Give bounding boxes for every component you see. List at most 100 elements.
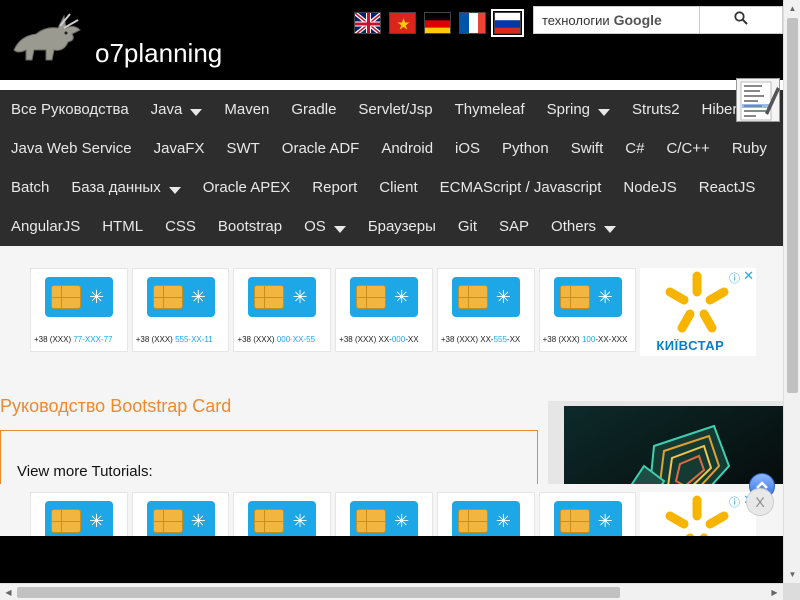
scroll-right-arrow-icon[interactable]: ▶ [766,584,783,600]
vertical-scroll-thumb[interactable] [787,18,798,393]
nav-item[interactable]: CSS [154,218,207,235]
sim-number-card[interactable]: ✳+38 (XXX) 000-XX-55 [233,492,332,536]
sim-card-icon: ✳ [248,277,317,317]
nav-item[interactable]: Git [447,218,488,235]
kyivstar-star-icon: ✳ [394,511,410,531]
sim-number-card[interactable]: ✳+38 (XXX) 555-XX-11 [131,492,230,536]
nav-item[interactable]: Python [491,140,560,157]
flag-russia-icon[interactable] [491,9,524,37]
nav-item[interactable]: SWT [215,140,270,157]
nav-item[interactable]: HTML [91,218,154,235]
phone-highlight: 000 [391,335,406,344]
sim-number-card[interactable]: ✳+38 (XXX) XX-000-XX [335,268,433,352]
ad-info-icon[interactable]: ⓘ [729,270,740,286]
nav-item[interactable]: C# [614,140,655,157]
logo-dinosaur-icon[interactable] [6,6,84,66]
sim-number-card[interactable]: ✳+38 (XXX) 000-XX-55 [233,268,332,352]
nav-item[interactable]: AngularJS [0,218,91,235]
nav-item[interactable]: Bootstrap [207,218,293,235]
nav-item[interactable]: Oracle APEX [192,179,302,196]
nav-item[interactable]: Thymeleaf [444,101,536,118]
nav-item-label: Swift [570,140,604,157]
nav-item[interactable]: Браузеры [357,218,447,235]
nav-item-label: SAP [499,218,530,235]
nav-item-label: Maven [224,101,270,118]
nav-item[interactable]: ReactJS [688,179,767,196]
scroll-up-arrow-icon[interactable]: ▲ [784,0,800,17]
nav-item-label: OS [304,218,326,235]
nav-item[interactable]: Java Web Service [0,140,143,157]
scroll-down-arrow-icon[interactable]: ▼ [784,566,800,583]
ad-info-icon[interactable]: ⓘ [729,494,740,510]
nav-item[interactable]: JavaFX [143,140,216,157]
nav-item[interactable]: Client [368,179,428,196]
kyivstar-brand-card[interactable]: КИЇВСТАРⓘ✕ [640,492,756,536]
nav-item[interactable]: NodeJS [612,179,687,196]
dropdown-caret-icon [598,109,611,116]
nav-item[interactable]: ECMAScript / Javascript [429,179,613,196]
nav-item[interactable]: Report [301,179,368,196]
flag-vietnam-icon[interactable] [389,12,416,34]
nav-item[interactable]: Servlet/Jsp [347,101,443,118]
sim-number-card[interactable]: ✳+38 (XXX) XX-000-XX [335,492,433,536]
sim-number-card[interactable]: ✳+38 (XXX) XX-555-XX [436,492,535,536]
sim-number-card[interactable]: ✳+38 (XXX) 100-XX-XXX [538,268,637,352]
sim-number-card[interactable]: ✳+38 (XXX) 555-XX-11 [131,268,230,352]
sim-card-ad[interactable]: ✳+38 (XXX) 77-XXX-77✳+38 (XXX) 555-XX-11… [30,268,756,356]
search-button[interactable] [700,6,783,34]
sim-number-card[interactable]: ✳+38 (XXX) 77-XXX-77 [30,268,128,352]
sim-card-ad[interactable]: ✳+38 (XXX) 77-XXX-77✳+38 (XXX) 555-XX-11… [30,492,756,536]
flag-germany-icon[interactable] [424,12,451,34]
nav-item[interactable]: C/C++ [655,140,720,157]
kyivstar-brand-card[interactable]: КИЇВСТАРⓘ✕ [640,268,756,356]
sim-number-card[interactable]: ✳+38 (XXX) XX-555-XX [436,268,535,352]
nav-item[interactable]: iOS [444,140,491,157]
site-name[interactable]: o7planning [95,38,222,69]
sim-card-icon: ✳ [451,501,520,536]
sim-number-card[interactable]: ✳+38 (XXX) 100-XX-XXX [538,492,637,536]
search-input[interactable]: технологии Google [533,6,700,34]
scroll-left-arrow-icon[interactable]: ◀ [0,584,17,600]
nav-item[interactable]: Spring [536,101,621,118]
nav-item-label: Spring [546,101,591,118]
phone-prefix: +38 (XXX) [542,335,582,344]
nav-item[interactable]: Android [370,140,444,157]
nav-item-label: C# [625,140,645,157]
ad-close-icon[interactable]: ✕ [743,268,754,284]
nav-item[interactable]: OS [293,218,357,235]
nav-item[interactable]: База данных [60,179,191,196]
nav-item-label: Report [312,179,358,196]
flag-france-icon[interactable] [459,12,486,34]
flag-uk-icon[interactable] [354,12,381,34]
nav-item-label: Ruby [731,140,767,157]
nav-item[interactable]: Batch [0,179,60,196]
header-divider [0,80,783,90]
close-ad-button[interactable]: X [746,488,774,516]
bottom-floating-ad: ✳+38 (XXX) 77-XXX-77✳+38 (XXX) 555-XX-11… [0,484,783,536]
nav-item[interactable]: SAP [488,218,540,235]
nav-item[interactable]: Java [140,101,214,118]
nav-item[interactable]: Others [540,218,627,235]
sim-number-card[interactable]: ✳+38 (XXX) 77-XXX-77 [30,492,128,536]
nav-item[interactable]: Maven [213,101,280,118]
nav-item-label: CSS [165,218,196,235]
menu-preview-thumbnail[interactable] [736,78,780,122]
nav-item[interactable]: Oracle ADF [271,140,371,157]
nav-item-label: Others [551,218,597,235]
nav-item[interactable]: Gradle [280,101,347,118]
nav-item[interactable]: Struts2 [621,101,691,118]
search-box: технологии Google [533,6,783,34]
nav-item-label: Gradle [291,101,337,118]
nav-item[interactable]: Ruby [721,140,778,157]
nav-item[interactable]: Swift [560,140,615,157]
sim-card-icon: ✳ [451,277,520,317]
nav-item[interactable]: Все Руководства [0,101,140,118]
sim-chip-icon [51,509,81,533]
horizontal-scroll-thumb[interactable] [17,587,620,598]
kyivstar-star-icon: ✳ [292,287,308,307]
sim-card-icon: ✳ [146,277,215,317]
horizontal-scrollbar[interactable]: ◀ ▶ [0,583,783,600]
vertical-scrollbar[interactable]: ▲ ▼ [783,0,800,583]
phone-prefix: +38 (XXX) XX- [339,335,392,344]
sim-chip-icon [559,285,590,309]
